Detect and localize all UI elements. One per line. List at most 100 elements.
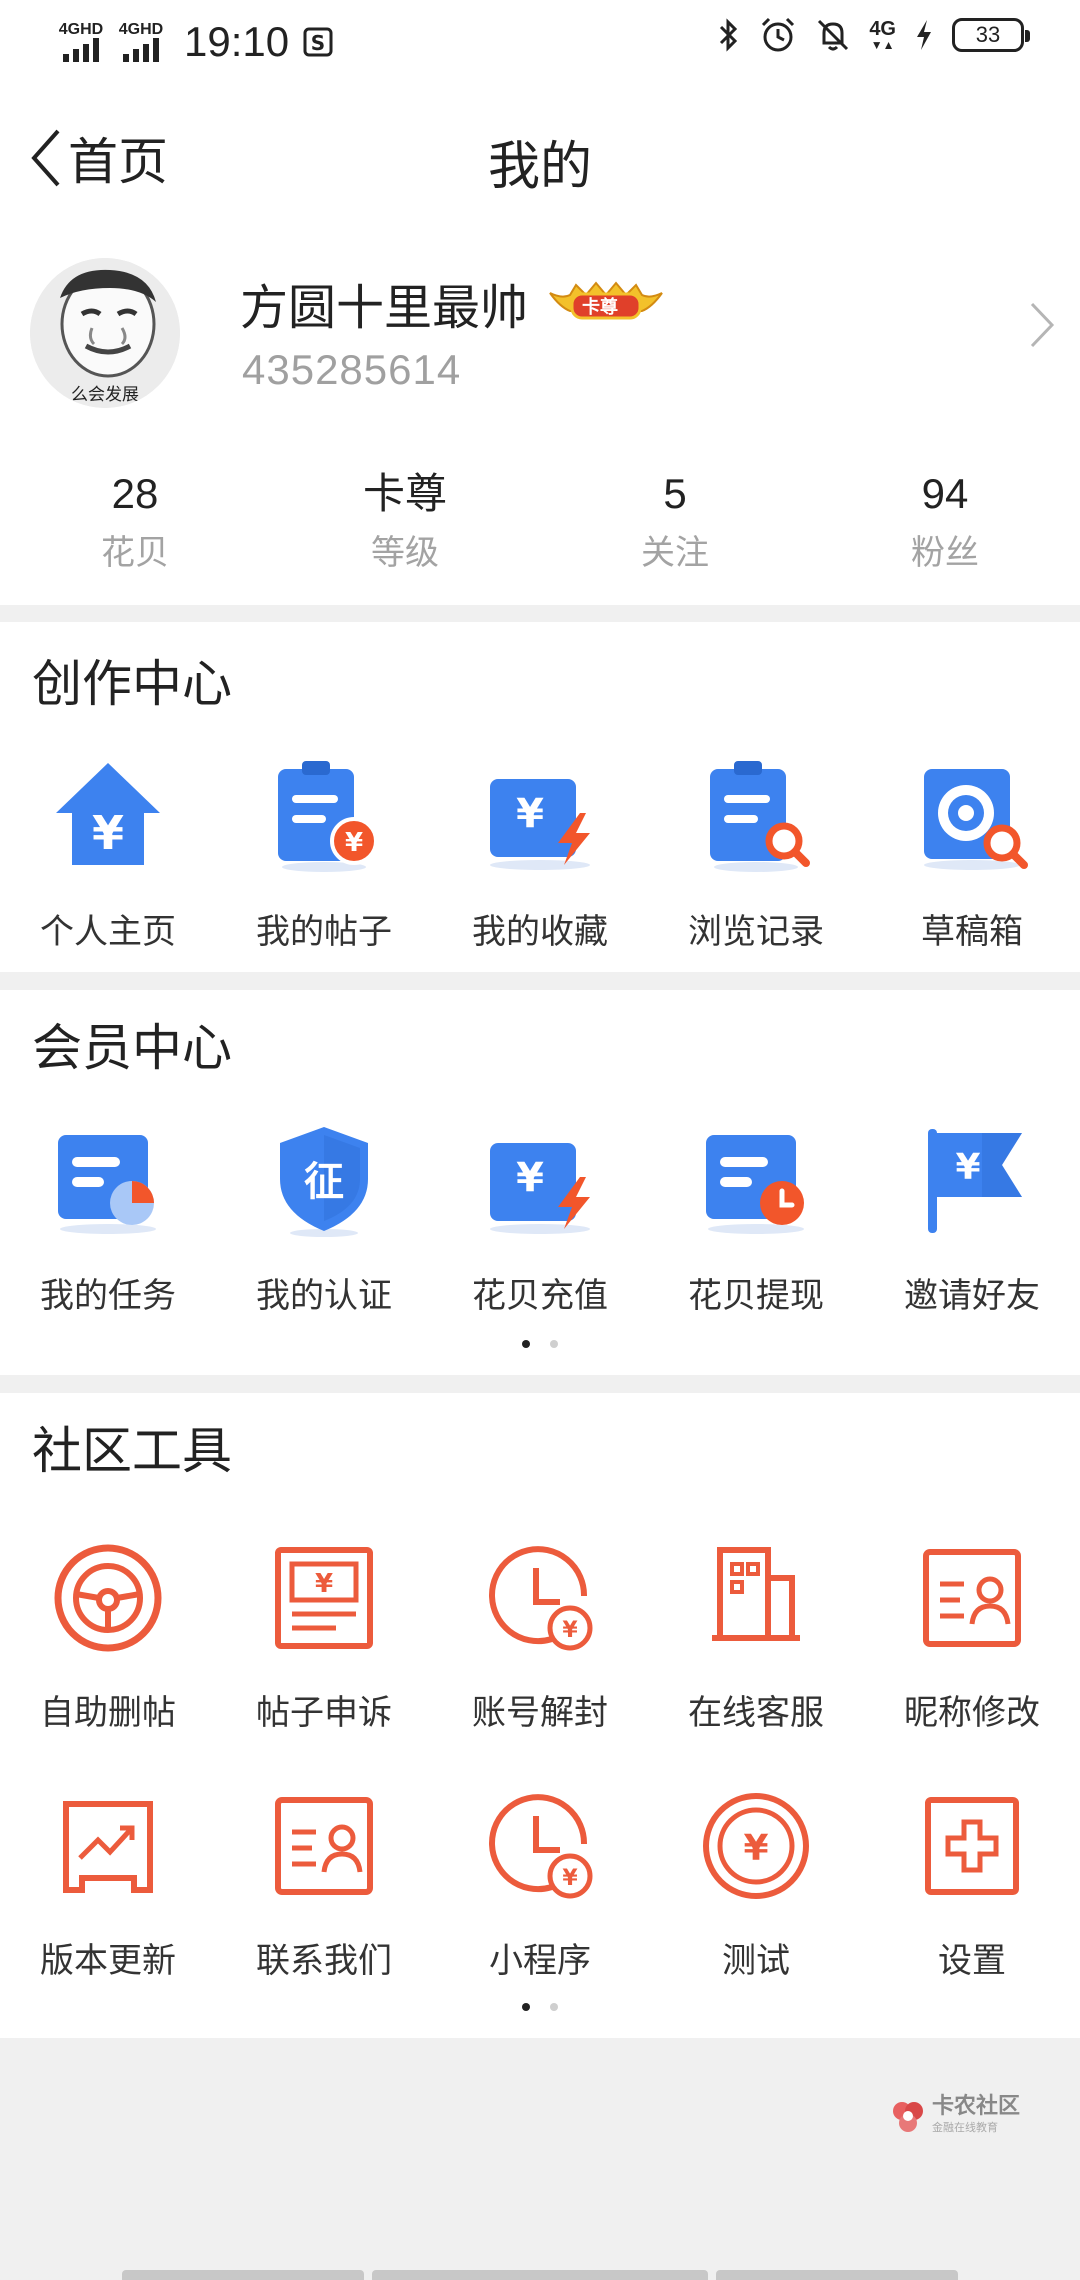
grid-item-label: 帖子申诉: [256, 1694, 392, 1732]
post-clipboard-icon: ¥: [259, 752, 389, 882]
stat-label: 关注: [641, 534, 709, 572]
nickname: 方圆十里最帅: [240, 282, 529, 335]
svg-text:¥: ¥: [562, 1618, 578, 1643]
service-building-icon: [691, 1533, 821, 1663]
grid-item-label: 浏览记录: [688, 913, 824, 951]
stat-value: 5: [663, 470, 687, 517]
battery-indicator: 33: [952, 18, 1030, 52]
grid-item-settings[interactable]: 设置: [864, 1781, 1080, 1982]
avatar[interactable]: 么会发展: [30, 258, 180, 408]
stat-label: 等级: [371, 534, 439, 572]
section-title: 会员中心: [32, 1020, 232, 1076]
grid-item-label: 自助删帖: [40, 1694, 176, 1732]
grid-item-huabei-recharge[interactable]: ¥ 花贝充值: [432, 1116, 648, 1317]
mini-program-clock-icon: ¥: [475, 1781, 605, 1911]
grid-item-label: 花贝充值: [472, 1277, 608, 1315]
svg-text:¥: ¥: [516, 1155, 544, 1201]
clock-yuan-icon: ¥: [475, 1533, 605, 1663]
grid-item-label: 小程序: [489, 1942, 591, 1980]
grid-item-account-unban[interactable]: ¥ 账号解封: [432, 1533, 648, 1734]
grid-item-personal-home[interactable]: ¥ 个人主页: [0, 752, 216, 953]
grid-item-drafts[interactable]: 草稿箱: [864, 752, 1080, 953]
stat-followers[interactable]: 94 粉丝: [810, 468, 1080, 578]
svg-text:¥: ¥: [955, 1147, 980, 1188]
watermark: 卡农社区 金融在线教育: [890, 2095, 1020, 2139]
grid-item-label: 我的帖子: [256, 913, 392, 951]
cell-data-icon: 4G ▼▲: [869, 18, 896, 52]
grid-item-mini-program[interactable]: ¥ 小程序: [432, 1781, 648, 1982]
history-search-icon: [691, 752, 821, 882]
user-id: 435285614: [242, 346, 462, 393]
svg-text:¥: ¥: [345, 828, 363, 858]
grid-item-nickname-edit[interactable]: 昵称修改: [864, 1533, 1080, 1734]
grid-item-label: 在线客服: [688, 1694, 824, 1732]
grid-item-version-update[interactable]: 版本更新: [0, 1781, 216, 1982]
page-indicator: [0, 1340, 1080, 1348]
grid-item-label: 个人主页: [40, 913, 176, 951]
charging-icon: [917, 20, 931, 50]
collection-lightning-icon: ¥: [475, 752, 605, 882]
stat-level[interactable]: 卡尊 等级: [270, 468, 540, 578]
grid-item-online-service[interactable]: 在线客服: [648, 1533, 864, 1734]
signal-bars-icon: [123, 38, 159, 62]
stat-huabei[interactable]: 28 花贝: [0, 468, 270, 578]
withdraw-clock-icon: [691, 1116, 821, 1246]
signal-bars-icon: [63, 38, 99, 62]
signal-1: 4GHD: [58, 22, 104, 62]
page-indicator: [0, 2003, 1080, 2011]
avatar-caption: 么会发展: [71, 385, 139, 404]
home-indicator-segment: [372, 2270, 708, 2280]
grid-item-browse-history[interactable]: 浏览记录: [648, 752, 864, 953]
grid-item-label: 我的认证: [256, 1277, 392, 1315]
grid-item-label: 我的收藏: [472, 913, 608, 951]
section-title: 创作中心: [32, 656, 232, 712]
svg-text:¥: ¥: [92, 806, 124, 860]
svg-text:¥: ¥: [516, 791, 544, 837]
grid-item-my-collection[interactable]: ¥ 我的收藏: [432, 752, 648, 953]
grid-item-my-posts[interactable]: ¥ 我的帖子: [216, 752, 432, 953]
grid-item-huabei-withdraw[interactable]: 花贝提现: [648, 1116, 864, 1317]
home-indicator-segment: [716, 2270, 958, 2280]
mute-bell-icon: [818, 19, 849, 51]
page-title: 我的: [487, 138, 592, 196]
watermark-subtitle: 金融在线教育: [931, 2122, 998, 2134]
trend-chart-icon: [43, 1781, 173, 1911]
grid-item-label: 设置: [938, 1942, 1006, 1980]
badge-text: 卡尊: [582, 297, 619, 317]
home-indicator-segment: [122, 2270, 364, 2280]
kanong-logo-icon: [892, 2102, 923, 2132]
stat-value: 94: [921, 470, 969, 517]
grid-item-label: 版本更新: [40, 1942, 176, 1980]
network-type-1: 4GHD: [58, 21, 104, 38]
svg-text:¥: ¥: [315, 1569, 333, 1599]
grid-item-label: 邀请好友: [904, 1277, 1040, 1315]
stat-following[interactable]: 5 关注: [540, 468, 810, 578]
grid-item-test[interactable]: ¥ 测试: [648, 1781, 864, 1982]
grid-item-self-delete-post[interactable]: 自助删帖: [0, 1533, 216, 1734]
section-title: 社区工具: [32, 1423, 232, 1479]
grid-item-post-appeal[interactable]: ¥ 帖子申诉: [216, 1533, 432, 1734]
alarm-icon: [762, 17, 795, 52]
svg-text:¥: ¥: [562, 1866, 578, 1891]
profile-card[interactable]: 么会发展 方圆十里最帅 卡尊 435285614 28 花贝 卡尊 等级 5 关…: [0, 230, 1080, 605]
creation-center-section: 创作中心 ¥ 个人主页 ¥ 我的帖子 ¥ 我的收藏 浏览记录 草稿箱: [0, 622, 1080, 972]
grid-item-invite-friends[interactable]: ¥ 邀请好友: [864, 1116, 1080, 1317]
grid-item-label: 草稿箱: [921, 913, 1023, 951]
svg-text:¥: ¥: [743, 1828, 768, 1869]
chevron-right-icon[interactable]: [1026, 300, 1056, 350]
grid-item-label: 测试: [722, 1942, 790, 1980]
grid-item-contact-us[interactable]: 联系我们: [216, 1781, 432, 1982]
stat-label: 粉丝: [911, 534, 979, 572]
id-card-icon: [907, 1533, 1037, 1663]
grid-item-label: 花贝提现: [688, 1277, 824, 1315]
task-chart-icon: [43, 1116, 173, 1246]
member-center-section: 会员中心 我的任务 征 我的认证 ¥ 花贝充值 花贝提现 ¥ 邀请好友: [0, 990, 1080, 1375]
grid-item-my-verification[interactable]: 征 我的认证: [216, 1116, 432, 1317]
grid-item-my-tasks[interactable]: 我的任务: [0, 1116, 216, 1317]
bluetooth-icon: [720, 18, 738, 52]
network-type-2: 4GHD: [118, 21, 164, 38]
verify-glyph: 征: [304, 1159, 344, 1205]
stat-label: 花贝: [101, 534, 169, 572]
status-time: 19:10: [184, 18, 290, 65]
notification-s-icon: S: [303, 27, 333, 57]
